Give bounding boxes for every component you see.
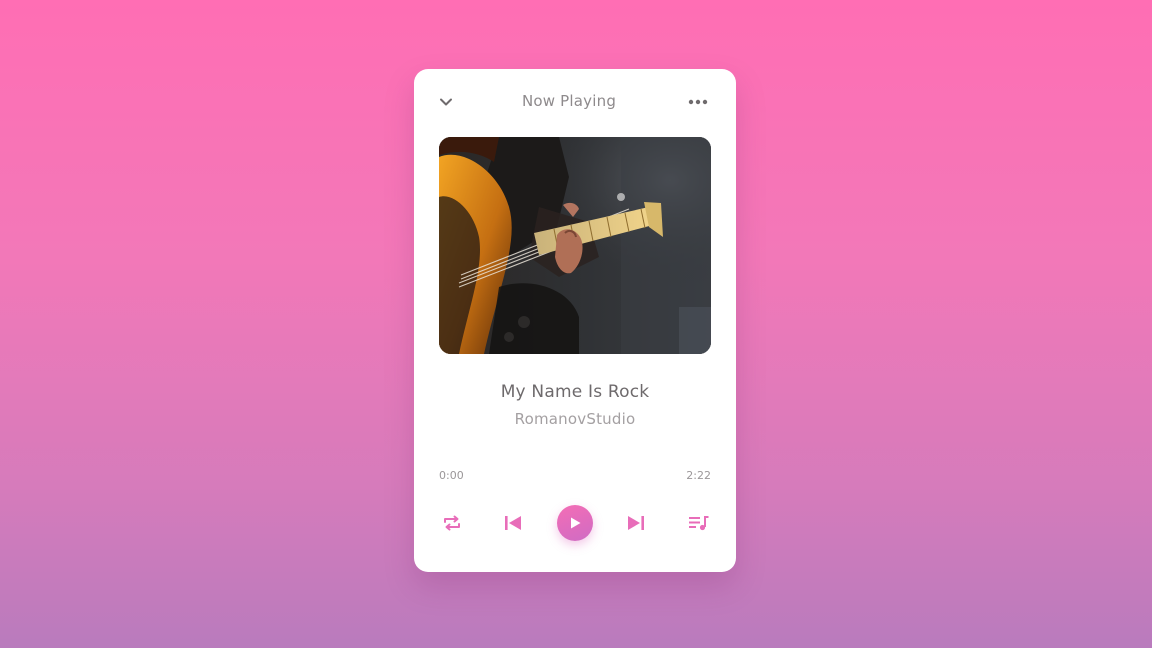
- previous-track-button[interactable]: [501, 509, 525, 537]
- player-card: Now Playing My Name Is Rock RomanovStudi…: [414, 69, 736, 572]
- repeat-button[interactable]: [439, 509, 465, 537]
- play-icon: [571, 517, 581, 529]
- repeat-icon: [444, 515, 460, 531]
- play-button[interactable]: [557, 505, 593, 541]
- next-track-button[interactable]: [624, 509, 648, 537]
- progress-bar[interactable]: [439, 489, 711, 492]
- track-artist: RomanovStudio: [514, 410, 636, 428]
- skip-next-icon: [628, 516, 644, 530]
- queue-button[interactable]: [686, 509, 712, 537]
- queue-music-icon: [689, 516, 709, 531]
- page-title: Now Playing: [521, 92, 617, 110]
- chevron-down-icon: [440, 98, 452, 106]
- total-time: 2:22: [686, 469, 711, 482]
- more-options-button[interactable]: [686, 89, 710, 115]
- album-art: [439, 137, 711, 354]
- track-title: My Name Is Rock: [500, 382, 650, 402]
- skip-previous-icon: [505, 516, 521, 530]
- guitar-photo: [439, 137, 711, 354]
- collapse-button[interactable]: [436, 89, 456, 115]
- elapsed-time: 0:00: [439, 469, 464, 482]
- more-horizontal-icon: [688, 99, 708, 105]
- player-header: Now Playing: [414, 69, 736, 135]
